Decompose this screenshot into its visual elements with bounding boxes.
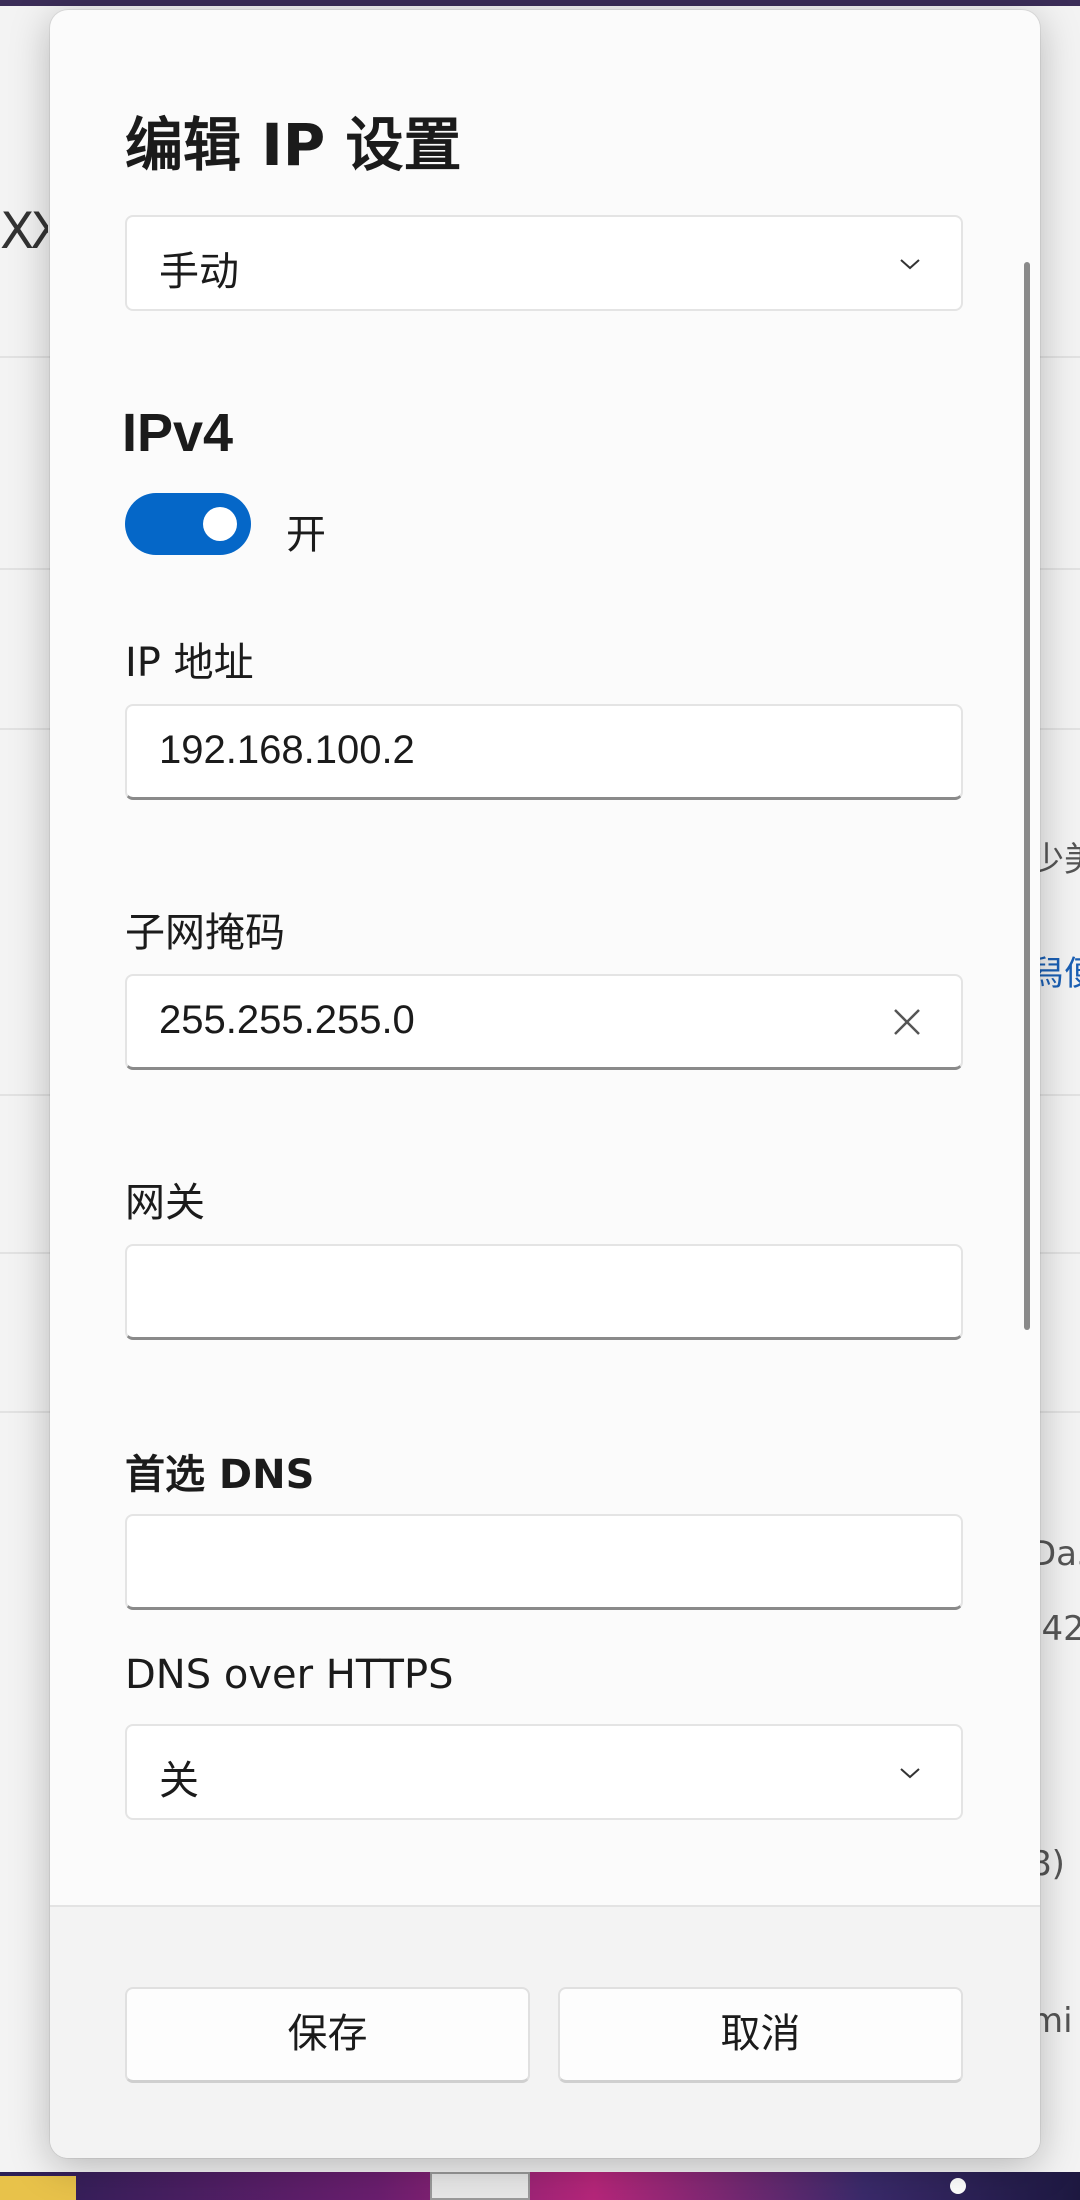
scrollbar[interactable] <box>1024 262 1030 1330</box>
dns-over-https-label: DNS over HTTPS <box>125 1652 454 1698</box>
ipv4-toggle[interactable] <box>125 493 251 555</box>
dialog-title: 编辑 IP 设置 <box>125 111 462 179</box>
subnet-mask-input[interactable]: 255.255.255.0 <box>125 974 963 1070</box>
ip-assignment-dropdown[interactable]: 手动 <box>125 215 963 311</box>
ip-assignment-value: 手动 <box>159 249 239 295</box>
dns-over-https-value: 关 <box>159 1758 199 1804</box>
dialog-footer: 保存 取消 <box>50 1905 1040 2158</box>
ip-address-label: IP 地址 <box>125 640 254 686</box>
toggle-knob <box>203 507 237 541</box>
edit-ip-settings-dialog: 编辑 IP 设置 手动 IPv4 开 IP 地址 192.168.100.2 子… <box>50 10 1040 2158</box>
taskbar-app-icon[interactable] <box>0 2176 76 2200</box>
cancel-button[interactable]: 取消 <box>558 1987 963 2083</box>
ip-address-input[interactable]: 192.168.100.2 <box>125 704 963 800</box>
subnet-mask-value: 255.255.255.0 <box>159 998 415 1042</box>
background-text: XX <box>0 202 48 260</box>
gateway-label: 网关 <box>125 1180 205 1226</box>
ipv4-heading: IPv4 <box>122 403 234 463</box>
taskbar <box>0 2172 1080 2200</box>
chevron-down-icon <box>900 259 920 270</box>
subnet-mask-label: 子网掩码 <box>125 910 285 956</box>
document-icon[interactable] <box>430 2172 530 2200</box>
gateway-input[interactable] <box>125 1244 963 1340</box>
ipv4-toggle-label: 开 <box>286 512 326 558</box>
save-button[interactable]: 保存 <box>125 1987 530 2083</box>
ip-address-value: 192.168.100.2 <box>159 728 415 772</box>
clear-icon[interactable] <box>889 1004 925 1040</box>
preferred-dns-input[interactable] <box>125 1514 963 1610</box>
system-tray-icon[interactable] <box>950 2178 966 2194</box>
preferred-dns-label: 首选 DNS <box>125 1452 315 1498</box>
chevron-down-icon <box>900 1768 920 1779</box>
dialog-body: 编辑 IP 设置 手动 IPv4 开 IP 地址 192.168.100.2 子… <box>50 10 1040 1905</box>
dns-over-https-dropdown[interactable]: 关 <box>125 1724 963 1820</box>
